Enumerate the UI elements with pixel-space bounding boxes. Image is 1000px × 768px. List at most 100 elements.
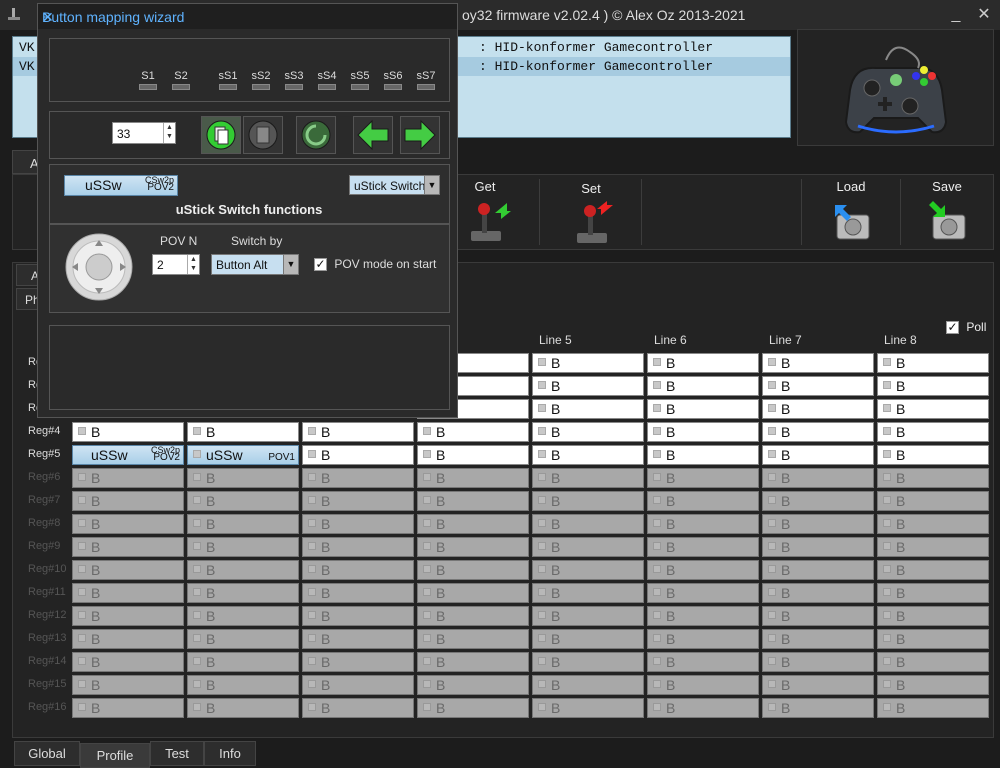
mapping-cell[interactable]: B [72,491,184,511]
mapping-cell[interactable]: B [72,422,184,442]
poll-checkbox[interactable]: ✓ Poll [946,320,986,335]
mapping-cell[interactable]: B [187,560,299,580]
cell-check[interactable] [653,680,661,688]
cell-check[interactable] [883,450,891,458]
cell-check[interactable] [768,703,776,711]
mapping-cell[interactable]: B [532,583,644,603]
mapping-cell[interactable]: B [532,468,644,488]
cell-check[interactable] [538,404,546,412]
cell-check[interactable] [423,634,431,642]
cell-check[interactable] [538,473,546,481]
cell-check[interactable] [768,565,776,573]
cell-check[interactable] [308,634,316,642]
pov-mode-checkbox[interactable]: ✓ POV mode on start [314,257,436,272]
cell-check[interactable] [883,657,891,665]
cell-check[interactable] [538,703,546,711]
cell-check[interactable] [423,473,431,481]
mapping-cell[interactable]: B [762,376,874,396]
cell-check[interactable] [308,496,316,504]
cell-check[interactable] [883,496,891,504]
pov-mode-check-box[interactable]: ✓ [314,258,327,272]
cell-check[interactable] [308,450,316,458]
cell-check[interactable] [883,542,891,550]
cell-check[interactable] [883,404,891,412]
mapping-cell[interactable]: B [877,399,989,419]
paste-button[interactable] [243,116,283,154]
cell-check[interactable] [653,519,661,527]
set-button[interactable]: Set [541,175,641,249]
mapping-cell[interactable]: B [302,468,414,488]
mapping-cell[interactable]: B [72,698,184,718]
mapping-cell[interactable]: B [762,606,874,626]
cell-check[interactable] [653,657,661,665]
cell-check[interactable] [653,358,661,366]
mapping-cell[interactable]: B [647,675,759,695]
cell-check[interactable] [653,404,661,412]
mapping-cell[interactable]: B [302,606,414,626]
cell-check[interactable] [78,634,86,642]
mapping-cell[interactable]: B [532,629,644,649]
cell-check[interactable] [193,427,201,435]
cell-check[interactable] [308,588,316,596]
cell-check[interactable] [538,588,546,596]
mapping-cell[interactable]: B [762,514,874,534]
mapping-cell[interactable]: B [647,514,759,534]
cell-check[interactable] [538,519,546,527]
mapping-cell[interactable]: B [187,422,299,442]
cell-check[interactable] [768,519,776,527]
prev-button[interactable] [353,116,393,154]
cell-check[interactable] [768,496,776,504]
mapping-cell[interactable]: B [417,652,529,672]
mapping-cell[interactable]: B [532,652,644,672]
cell-check[interactable] [538,657,546,665]
mapping-cell[interactable]: B [72,514,184,534]
mapping-cell[interactable]: B [532,560,644,580]
mapping-cell[interactable]: B [647,376,759,396]
mapping-cell[interactable]: B [762,445,874,465]
cell-check[interactable] [768,680,776,688]
cell-check[interactable] [653,450,661,458]
mapping-cell[interactable]: B [647,698,759,718]
cell-check[interactable] [78,611,86,619]
cell-check[interactable] [423,565,431,573]
cell-check[interactable] [883,473,891,481]
mapping-cell[interactable]: B [647,560,759,580]
cell-check[interactable] [653,634,661,642]
cell-check[interactable] [883,634,891,642]
mapping-cell[interactable]: B [302,445,414,465]
mapping-cell[interactable]: B [302,698,414,718]
mapping-cell[interactable]: B [532,422,644,442]
cell-check[interactable] [78,588,86,596]
mapping-cell[interactable]: B [72,675,184,695]
mapping-cell[interactable]: B [417,491,529,511]
mapping-cell[interactable]: B [877,652,989,672]
cell-check[interactable] [78,473,86,481]
mapping-cell[interactable]: B [187,583,299,603]
mapping-cell[interactable]: B [532,537,644,557]
cell-check[interactable] [308,542,316,550]
cell-check[interactable] [308,657,316,665]
cell-check[interactable] [193,473,201,481]
chevron-down-icon[interactable]: ▼ [283,255,298,274]
cell-check[interactable] [768,542,776,550]
mapping-cell[interactable]: B [532,491,644,511]
cell-check[interactable] [883,427,891,435]
mapping-cell[interactable]: B [72,560,184,580]
cell-check[interactable] [883,680,891,688]
cell-check[interactable] [538,427,546,435]
cell-check[interactable] [768,358,776,366]
mapping-cell[interactable]: B [187,491,299,511]
cell-check[interactable] [193,542,201,550]
cell-check[interactable] [423,450,431,458]
cell-check[interactable] [538,634,546,642]
mapping-cell[interactable]: B [877,445,989,465]
mapping-cell[interactable]: B [877,353,989,373]
mapping-cell[interactable]: B [647,583,759,603]
cell-check[interactable] [423,703,431,711]
mapping-cell[interactable]: B [302,583,414,603]
mapping-cell[interactable]: B [417,514,529,534]
mapping-cell[interactable]: B [877,629,989,649]
cell-check[interactable] [768,611,776,619]
mapping-cell[interactable]: B [877,491,989,511]
number-spinner[interactable]: 33 ▲ ▼ [112,122,176,144]
